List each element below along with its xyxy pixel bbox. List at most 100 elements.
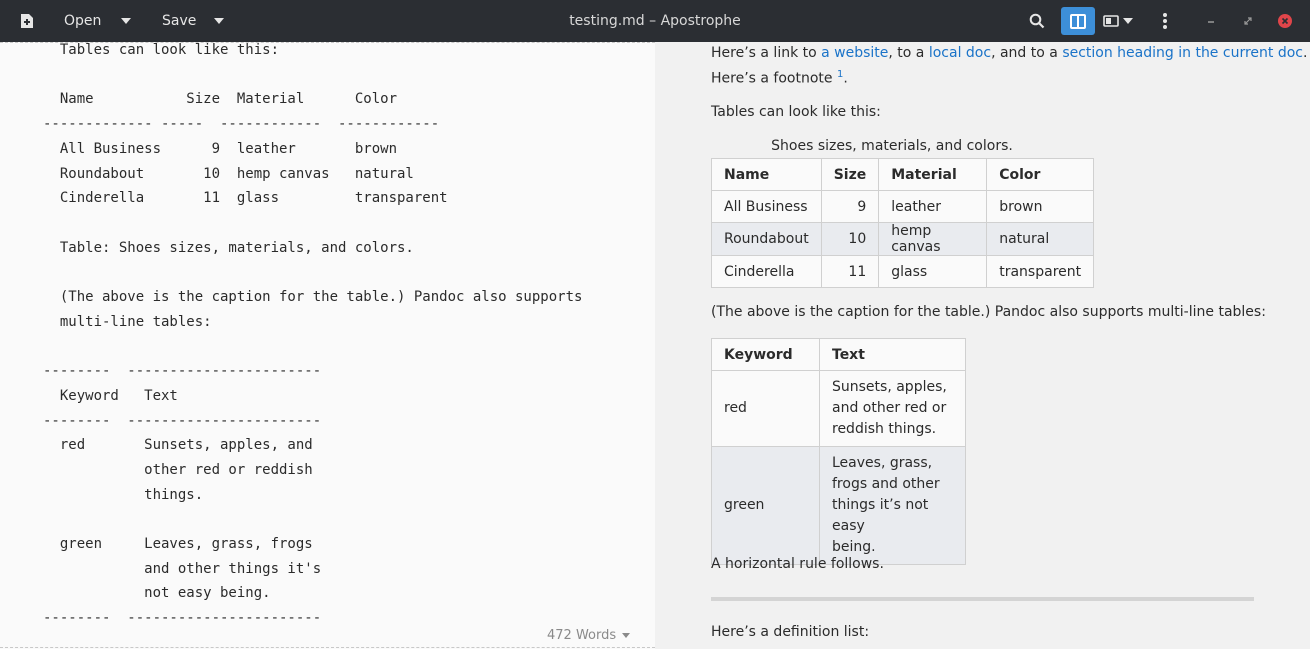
minimize-icon (1208, 21, 1214, 23)
new-document-icon (21, 14, 33, 28)
markdown-editor[interactable]: Tables can look like this: Name Size Mat… (0, 42, 655, 649)
editor-line: and other things it's (43, 560, 322, 577)
editor-line: Table: Shoes sizes, materials, and color… (43, 239, 414, 256)
editor-line: things. (43, 486, 204, 503)
hr-intro: A horizontal rule follows. (711, 556, 884, 572)
horizontal-rule (711, 597, 1254, 601)
table-cell: transparent (986, 255, 1095, 288)
editor-line: -------- ----------------------- (43, 412, 322, 429)
search-icon (1029, 13, 1045, 29)
cell-line: Sunsets, apples, (832, 379, 947, 395)
save-button[interactable]: Save (162, 0, 196, 42)
preview-layout-dropdown[interactable] (1101, 0, 1135, 42)
editor-line: Cinderella 11 glass transparent (43, 190, 448, 207)
table-header-row: Keyword Text (711, 338, 966, 371)
table-cell: 10 (820, 222, 880, 256)
cell-line: frogs and other (832, 476, 940, 492)
table-header: Material (878, 158, 988, 191)
cell-line: Leaves, grass, (832, 455, 933, 471)
main-menu-button[interactable] (1156, 0, 1174, 42)
cell-line: and other red or (832, 400, 947, 416)
editor-line: Keyword Text (43, 387, 178, 404)
editor-line: not easy being. (43, 585, 271, 602)
footnote-paragraph: Here’s a footnote 1. (711, 69, 848, 87)
word-count-label: 472 Words (547, 628, 617, 643)
paragraph-text: , and to a (991, 45, 1063, 61)
table-cell: Leaves, grass, frogs and other things it… (819, 446, 966, 565)
editor-line: Roundabout 10 hemp canvas natural (43, 165, 414, 182)
link-website[interactable]: a website (821, 45, 888, 61)
editor-line: Tables can look like this: (43, 42, 280, 58)
table-row: red Sunsets, apples, and other red or re… (711, 370, 966, 447)
table-cell: 11 (820, 255, 880, 288)
table-header: Color (986, 158, 1095, 191)
editor-line: (The above is the caption for the table.… (43, 289, 583, 305)
multiline-intro: (The above is the caption for the table.… (711, 304, 1266, 320)
table-cell: Roundabout (711, 222, 822, 256)
minimize-button[interactable] (1203, 0, 1219, 42)
layout-icon (1103, 15, 1119, 27)
table-row: Roundabout 10 hemp canvas natural (711, 222, 1095, 256)
editor-line: other red or reddish (43, 461, 313, 478)
open-recent-dropdown[interactable] (118, 0, 134, 42)
editor-line: multi-line tables: (43, 313, 212, 330)
link-local-doc[interactable]: local doc (929, 45, 991, 61)
editor-line: Name Size Material Color (43, 91, 398, 108)
editor-line: -------- ----------------------- (43, 610, 322, 627)
table-cell: 9 (820, 190, 880, 223)
table-cell: glass (878, 255, 988, 288)
chevron-down-icon (622, 633, 631, 638)
preview-pane: Here’s a link to a website, to a local d… (655, 42, 1310, 649)
paragraph-text: . (843, 70, 848, 87)
chevron-down-icon (214, 18, 224, 24)
paragraph-text: Here’s a footnote (711, 70, 837, 87)
table-header: Keyword (711, 338, 820, 371)
paragraph-text: . (1302, 45, 1308, 61)
more-vertical-icon (1163, 13, 1167, 29)
table-header: Name (711, 158, 822, 191)
table-cell: red (711, 370, 820, 447)
editor-line: ------------- ----- ------------ -------… (43, 116, 440, 133)
editor-line: green Leaves, grass, frogs (43, 536, 313, 552)
table-row: Cinderella 11 glass transparent (711, 255, 1095, 288)
chevron-down-icon (1123, 18, 1133, 24)
table-cell: natural (986, 222, 1095, 256)
paragraph-text: , to a (888, 45, 929, 61)
table-header: Text (819, 338, 966, 371)
editor-line: -------- ----------------------- (43, 363, 322, 380)
shoes-table: Name Size Material Color All Business 9 … (711, 158, 1095, 288)
word-count-button[interactable]: 472 Words (547, 628, 631, 643)
chevron-down-icon (121, 18, 131, 24)
editor-bottom-divider (0, 647, 655, 648)
preview-toggle-button[interactable] (1061, 7, 1095, 35)
table-cell: Cinderella (711, 255, 822, 288)
keyword-table: Keyword Text red Sunsets, apples, and ot… (711, 338, 966, 565)
links-paragraph: Here’s a link to a website, to a local d… (711, 45, 1307, 61)
cell-line: things it’s not easy (832, 497, 929, 534)
search-button[interactable] (1026, 0, 1048, 42)
editor-line: red Sunsets, apples, and (43, 437, 313, 454)
table-row: All Business 9 leather brown (711, 190, 1095, 223)
table-header: Size (820, 158, 880, 191)
close-button[interactable] (1276, 0, 1294, 42)
table-cell: Sunsets, apples, and other red or reddis… (819, 370, 966, 447)
close-icon (1278, 14, 1292, 28)
paragraph-text: Here’s a link to (711, 45, 822, 61)
table-cell: All Business (711, 190, 822, 223)
new-document-button[interactable] (14, 0, 40, 42)
table-header-row: Name Size Material Color (711, 158, 1095, 191)
maximize-icon (1244, 17, 1252, 25)
split-view-icon (1070, 13, 1086, 29)
table-caption: Shoes sizes, materials, and colors. (771, 138, 1013, 154)
cell-line: reddish things. (832, 421, 937, 437)
save-options-dropdown[interactable] (211, 0, 227, 42)
table-cell: green (711, 446, 820, 565)
table-cell: hemp canvas (878, 222, 988, 256)
link-section-heading[interactable]: section heading in the current doc (1062, 45, 1303, 61)
deflist-intro: Here’s a definition list: (711, 624, 870, 640)
table-cell: leather (878, 190, 988, 223)
table-cell: brown (986, 190, 1095, 223)
maximize-button[interactable] (1240, 0, 1256, 42)
open-button[interactable]: Open (64, 0, 101, 42)
editor-line: All Business 9 leather brown (43, 140, 398, 157)
